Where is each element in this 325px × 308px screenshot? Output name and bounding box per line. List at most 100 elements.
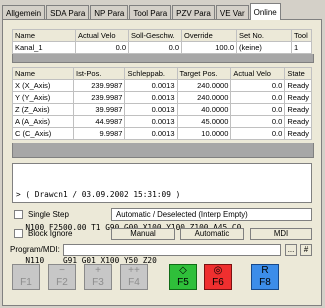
f1-label: F1 (20, 277, 32, 288)
f2-button[interactable]: − F2 (48, 264, 76, 290)
start-diamond-icon: ◇ (179, 265, 187, 276)
f5-label: F5 (177, 277, 189, 288)
channel-tool: 1 (291, 41, 312, 54)
channel-table: Name Actual Velo Soll-Geschw. Override S… (12, 29, 312, 54)
axis-state: Ready (284, 127, 312, 140)
channel-header-soll-geschw: Soll-Geschw. (128, 29, 182, 42)
f6-stop-button[interactable]: ◎ F6 (204, 264, 232, 290)
single-step-option[interactable]: Single Step (14, 210, 69, 219)
f3-button[interactable]: + F3 (84, 264, 112, 290)
channel-header-name: Name (12, 29, 76, 42)
channel-name: Kanal_1 (12, 41, 76, 54)
table-row[interactable]: Z (Z_Axis) 39.9987 0.0013 40.0000 0.0 Re… (11, 103, 312, 116)
axis-target-pos: 10.0000 (176, 127, 232, 140)
manual-button[interactable]: Manual (111, 228, 175, 240)
axis-actual-velo: 0.0 (230, 91, 286, 104)
axes-header-ist-pos: Ist-Pos. (73, 67, 126, 80)
axis-name: X (X_Axis) (11, 79, 75, 92)
f4-label: F4 (128, 277, 140, 288)
channel-override: 100.0 (181, 41, 237, 54)
axis-target-pos: 240.0000 (176, 91, 232, 104)
stop-icon: ◎ (213, 265, 223, 276)
channel-actual-velo: 0.0 (75, 41, 129, 54)
axis-schleppab: 0.0013 (124, 91, 178, 104)
axis-ist-pos: 239.9987 (73, 91, 126, 104)
axis-ist-pos: 39.9987 (73, 103, 126, 116)
tab-allgemein[interactable]: Allgemein (2, 5, 46, 20)
table-row[interactable]: X (X_Axis) 239.9987 0.0013 240.0000 0.0 … (11, 79, 312, 92)
single-step-label: Single Step (28, 210, 69, 219)
axis-target-pos: 40.0000 (176, 103, 232, 116)
program-line: > ( Drawcn1 / 03.09.2002 15:31:09 ) (16, 190, 181, 199)
table-row[interactable]: C (C_Axis) 9.9987 0.0013 10.0000 0.0 Rea… (11, 127, 312, 140)
mdi-button[interactable]: MDI (250, 228, 312, 240)
tab-np-para[interactable]: NP Para (90, 5, 129, 20)
reset-icon: R (261, 265, 269, 276)
block-ignore-checkbox[interactable] (14, 229, 23, 238)
channel-header-actual-velo: Actual Velo (75, 29, 129, 42)
axis-actual-velo: 0.0 (230, 103, 286, 116)
axis-ist-pos: 44.9987 (73, 115, 126, 128)
block-ignore-option[interactable]: Block Ignore (14, 229, 72, 238)
channel-table-empty-area (12, 54, 314, 63)
axis-actual-velo: 0.0 (230, 115, 286, 128)
browse-button[interactable]: ... (285, 244, 297, 256)
block-ignore-label: Block Ignore (28, 229, 73, 238)
automatic-button[interactable]: Automatic (180, 228, 244, 240)
f8-label: F8 (259, 277, 271, 288)
axes-header-schleppab: Schleppab. (124, 67, 178, 80)
axis-state: Ready (284, 91, 312, 104)
channel-soll-geschw: 0.0 (128, 41, 182, 54)
tab-pzv-para[interactable]: PZV Para (172, 5, 215, 20)
table-row[interactable]: Y (Y_Axis) 239.9987 0.0013 240.0000 0.0 … (11, 91, 312, 104)
channel-header-set-no: Set No. (236, 29, 292, 42)
f6-label: F6 (212, 277, 224, 288)
axes-header-name: Name (11, 67, 75, 80)
table-row[interactable]: Kanal_1 0.0 0.0 100.0 (keine) 1 (12, 41, 312, 54)
axis-target-pos: 45.0000 (176, 115, 232, 128)
axis-actual-velo: 0.0 (230, 127, 286, 140)
plus-icon: + (95, 265, 101, 276)
axis-schleppab: 0.0013 (124, 115, 178, 128)
axes-header-target-pos: Target Pos. (176, 67, 232, 80)
axes-header-actual-velo: Actual Velo (230, 67, 286, 80)
axis-schleppab: 0.0013 (124, 79, 178, 92)
double-plus-icon: ++ (128, 265, 140, 276)
single-step-checkbox[interactable] (14, 210, 23, 219)
axis-schleppab: 0.0013 (124, 127, 178, 140)
clear-button[interactable]: # (300, 244, 312, 256)
axis-state: Ready (284, 79, 312, 92)
tab-bar: Allgemein SDA Para NP Para Tool Para PZV… (2, 2, 282, 20)
status-field: Automatic / Deselected (Interp Empty) (111, 208, 312, 221)
axis-ist-pos: 239.9987 (73, 79, 126, 92)
f3-label: F3 (92, 277, 104, 288)
f1-button[interactable]: F1 (12, 264, 40, 290)
f1-blank-icon (13, 265, 39, 277)
axis-schleppab: 0.0013 (124, 103, 178, 116)
f8-reset-button[interactable]: R F8 (251, 264, 279, 290)
axis-ist-pos: 9.9987 (73, 127, 126, 140)
program-mdi-text: Program/MDI: (10, 245, 60, 254)
axis-name: Z (Z_Axis) (11, 103, 75, 116)
f4-button[interactable]: ++ F4 (120, 264, 148, 290)
axis-name: C (C_Axis) (11, 127, 75, 140)
f2-label: F2 (56, 277, 68, 288)
table-row[interactable]: A (A_Axis) 44.9987 0.0013 45.0000 0.0 Re… (11, 115, 312, 128)
tab-sda-para[interactable]: SDA Para (46, 5, 90, 20)
axis-state: Ready (284, 115, 312, 128)
channel-header-override: Override (181, 29, 237, 42)
program-display: > ( Drawcn1 / 03.09.2002 15:31:09 ) N100… (12, 163, 312, 265)
channel-set-no: (keine) (236, 41, 292, 54)
program-mdi-input[interactable] (63, 244, 281, 256)
axis-state: Ready (284, 103, 312, 116)
axes-table: Name Ist-Pos. Schleppab. Target Pos. Act… (11, 67, 312, 140)
tab-online[interactable]: Online (249, 3, 281, 20)
f5-start-button[interactable]: ◇ F5 (169, 264, 197, 290)
tab-tool-para[interactable]: Tool Para (129, 5, 172, 20)
channel-header-tool: Tool (291, 29, 312, 42)
axis-actual-velo: 0.0 (230, 79, 286, 92)
axis-name: A (A_Axis) (11, 115, 75, 128)
minus-icon: − (59, 265, 65, 276)
tab-ve-var[interactable]: VE Var (215, 5, 249, 20)
axes-table-empty-area (12, 143, 314, 158)
